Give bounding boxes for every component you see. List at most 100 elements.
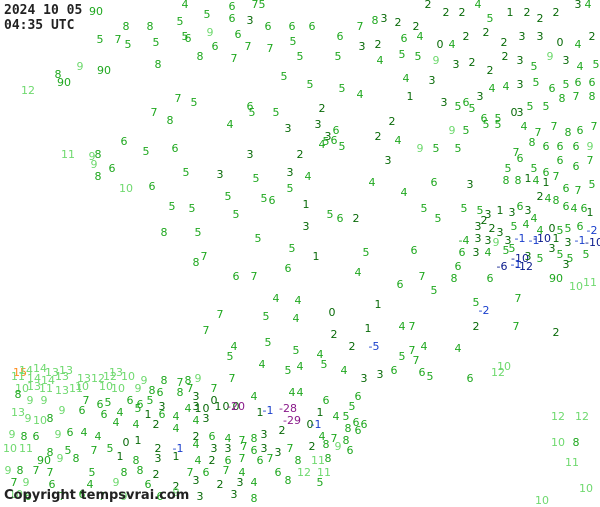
- station-temperature: 5: [259, 0, 266, 11]
- station-temperature: 3: [517, 54, 524, 67]
- station-temperature: 8: [565, 126, 572, 139]
- station-temperature: 90: [97, 64, 111, 77]
- station-temperature: 9: [135, 382, 142, 395]
- station-temperature: 7: [591, 120, 598, 133]
- station-temperature: 10: [579, 482, 593, 495]
- station-temperature: 7: [33, 464, 40, 477]
- station-temperature: 9: [195, 372, 202, 385]
- station-temperature: 2: [487, 64, 494, 77]
- station-temperature: 7: [239, 452, 246, 465]
- station-temperature: -1: [575, 234, 586, 247]
- station-temperature: 3: [197, 490, 204, 503]
- station-temperature: 8: [515, 174, 522, 187]
- station-temperature: 10: [111, 382, 125, 395]
- station-temperature: 5: [435, 212, 442, 225]
- station-temperature: 9: [587, 140, 594, 153]
- station-temperature: 5: [195, 226, 202, 239]
- station-temperature: 4: [417, 30, 424, 43]
- station-temperature: 8: [589, 90, 596, 103]
- temperature-map: 456 7 5905 6 38 85 9 66 6 665 7 5 5 66 7 757 8 3 2 222 245 1 2…: [3, 0, 600, 507]
- station-temperature: 4: [369, 176, 376, 189]
- station-temperature: 2: [524, 6, 531, 19]
- station-temperature: 3: [303, 220, 310, 233]
- station-temperature: 5: [281, 70, 288, 83]
- station-temperature: 6: [33, 430, 40, 443]
- station-temperature: 3: [473, 246, 480, 259]
- station-temperature: 5: [339, 82, 346, 95]
- station-temperature: 4: [305, 170, 312, 183]
- station-temperature: 6: [79, 404, 86, 417]
- station-temperature: 5: [307, 78, 314, 91]
- station-temperature: 4: [293, 312, 300, 325]
- station-temperature: 4: [357, 88, 364, 101]
- station-temperature: 4: [523, 218, 530, 231]
- station-temperature: 7: [115, 33, 122, 46]
- station-temperature: 5: [363, 246, 370, 259]
- station-temperature: 6: [589, 76, 596, 89]
- station-temperature: 5: [589, 178, 596, 191]
- station-temperature: 4: [251, 476, 258, 489]
- station-temperature: 10: [119, 182, 133, 195]
- station-temperature: 7: [251, 270, 258, 283]
- station-temperature: 4: [355, 266, 362, 279]
- station-temperature: 6: [157, 386, 164, 399]
- station-temperature: 12: [297, 466, 311, 479]
- station-temperature: 10: [569, 280, 583, 293]
- station-temperature: 4: [545, 192, 552, 205]
- station-temperature: 9: [417, 142, 424, 155]
- station-temperature: 5: [565, 222, 572, 235]
- station-temperature: 6: [355, 390, 362, 403]
- station-temperature: 6: [337, 30, 344, 43]
- station-temperature: 5: [469, 102, 476, 115]
- station-temperature: 2: [279, 424, 286, 437]
- station-temperature: 3: [261, 428, 268, 441]
- station-temperature: 6: [557, 154, 564, 167]
- station-temperature: 2: [319, 102, 326, 115]
- station-temperature: 0: [437, 38, 444, 51]
- station-temperature: 3: [517, 106, 524, 119]
- station-temperature: 6: [212, 40, 219, 53]
- station-temperature: 4: [185, 402, 192, 415]
- station-temperature: 4: [575, 38, 582, 51]
- station-temperature: 9: [77, 60, 84, 73]
- station-temperature: 7: [91, 444, 98, 457]
- station-temperature: 4: [489, 82, 496, 95]
- station-temperature: 3: [385, 154, 392, 167]
- station-temperature: 1: [543, 176, 550, 189]
- station-temperature: 5: [204, 8, 211, 21]
- station-temperature: 6: [172, 142, 179, 155]
- station-temperature: 6: [517, 152, 524, 165]
- station-temperature: 5: [65, 444, 72, 457]
- station-temperature: 10: [3, 442, 17, 455]
- station-temperature: 4: [182, 0, 189, 11]
- station-temperature: 4: [533, 174, 540, 187]
- station-temperature: 5: [177, 15, 184, 28]
- station-temperature: 4: [133, 418, 140, 431]
- station-temperature: 8: [73, 452, 80, 465]
- station-temperature: 2: [297, 148, 304, 161]
- station-temperature: 2: [537, 12, 544, 25]
- station-temperature: 3: [517, 78, 524, 91]
- station-temperature: 6: [411, 244, 418, 257]
- station-temperature: 6: [459, 246, 466, 259]
- station-temperature: -29: [283, 414, 301, 427]
- station-temperature: 10: [551, 436, 565, 449]
- station-temperature: 5: [461, 202, 468, 215]
- station-temperature: 8: [573, 436, 580, 449]
- station-temperature: 3: [315, 118, 322, 131]
- station-temperature: 2: [395, 16, 402, 29]
- station-temperature: 6: [361, 418, 368, 431]
- station-temperature: 5: [415, 50, 422, 63]
- station-temperature: 5: [335, 50, 342, 63]
- station-temperature: 6: [347, 444, 354, 457]
- station-temperature: 5: [125, 38, 132, 51]
- station-temperature: 5: [227, 350, 234, 363]
- station-temperature: 7: [252, 0, 259, 11]
- station-temperature: 4: [81, 426, 88, 439]
- station-temperature: 5: [421, 202, 428, 215]
- station-temperature: 7: [231, 52, 238, 65]
- station-temperature: 2: [589, 30, 596, 43]
- station-temperature: 8: [285, 474, 292, 487]
- map-date: 2024 10 05: [4, 3, 83, 18]
- station-temperature: 8: [197, 50, 204, 63]
